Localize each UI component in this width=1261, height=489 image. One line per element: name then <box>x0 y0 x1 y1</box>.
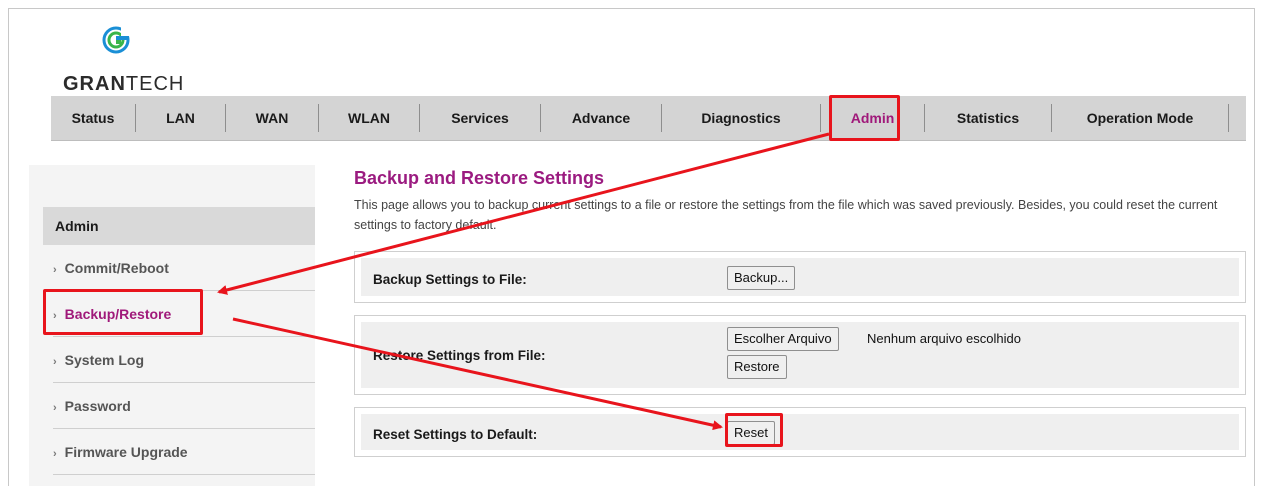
page-title: Backup and Restore Settings <box>354 168 605 188</box>
restore-label: Restore Settings from File: <box>373 348 546 363</box>
page-description: This page allows you to backup current s… <box>354 198 1218 232</box>
nav-services[interactable]: Services <box>420 96 540 140</box>
nav-lan[interactable]: LAN <box>136 96 225 140</box>
sidebar-item-system-log[interactable]: › System Log <box>53 337 315 383</box>
grantech-logo-icon <box>102 26 131 54</box>
nav-wan[interactable]: WAN <box>226 96 318 140</box>
admin-tab-highlight <box>829 95 900 141</box>
nav-advance[interactable]: Advance <box>541 96 661 140</box>
chevron-right-icon: › <box>53 264 57 276</box>
nav-diagnostics[interactable]: Diagnostics <box>662 96 820 140</box>
top-nav: Status LAN WAN WLAN Services Advance Dia… <box>51 96 1246 141</box>
reset-panel: Reset Settings to Default: Reset <box>354 407 1246 457</box>
sidebar-item-firmware-upgrade[interactable]: › Firmware Upgrade <box>53 429 315 475</box>
brand-logo: GRANTECH <box>63 25 183 101</box>
backup-button[interactable]: Backup... <box>727 266 796 290</box>
router-admin-page: GRANTECH Status LAN WAN WLAN Services Ad… <box>8 8 1255 486</box>
restore-panel: Restore Settings from File: Escolher Arq… <box>354 315 1246 395</box>
chevron-right-icon: › <box>53 402 57 414</box>
file-status-text: Nenhum arquivo escolhido <box>867 331 1021 346</box>
backup-panel-body: Backup Settings to File: Backup... <box>361 258 1239 296</box>
restore-button[interactable]: Restore <box>727 355 787 379</box>
reset-label: Reset Settings to Default: <box>373 427 538 442</box>
restore-panel-body: Restore Settings from File: Escolher Arq… <box>361 322 1239 388</box>
chevron-right-icon: › <box>53 356 57 368</box>
reset-panel-body: Reset Settings to Default: Reset <box>361 414 1239 450</box>
nav-operation-mode[interactable]: Operation Mode <box>1052 96 1228 140</box>
chevron-right-icon: › <box>53 448 57 460</box>
backup-restore-highlight <box>43 289 203 335</box>
nav-wlan[interactable]: WLAN <box>319 96 419 140</box>
sidebar-item-password[interactable]: › Password <box>53 383 315 429</box>
nav-status[interactable]: Status <box>51 96 135 140</box>
sidebar-item-commit-reboot[interactable]: › Commit/Reboot <box>53 245 315 291</box>
backup-panel: Backup Settings to File: Backup... <box>354 251 1246 303</box>
brand-name: GRANTECH <box>63 73 185 95</box>
reset-button-highlight <box>725 413 783 447</box>
choose-file-button[interactable]: Escolher Arquivo <box>727 327 839 351</box>
nav-separator <box>1228 104 1229 132</box>
sidebar-header: Admin <box>43 207 315 245</box>
nav-statistics[interactable]: Statistics <box>925 96 1051 140</box>
backup-label: Backup Settings to File: <box>373 272 527 287</box>
